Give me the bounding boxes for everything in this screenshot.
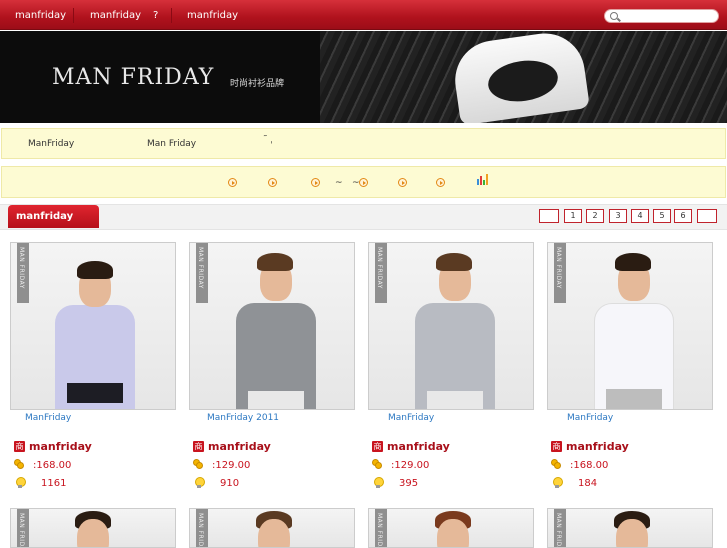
coins-icon	[551, 459, 562, 470]
shop-name-link[interactable]: manfriday	[387, 440, 450, 453]
shop-name-link[interactable]: manfriday	[566, 440, 629, 453]
category-link-bar: ~ ~	[1, 166, 726, 198]
brand-tag: MAN FRIDAY	[375, 509, 387, 547]
brand-logo[interactable]: MAN FRIDAY	[52, 65, 214, 90]
info-extra: ˜ ˌ	[263, 135, 273, 145]
model-pants	[248, 391, 304, 409]
pagination-page[interactable]: 5	[653, 209, 671, 223]
model-head	[616, 519, 648, 547]
play-circle-icon[interactable]	[268, 178, 277, 187]
nav-link-shop[interactable]: manfriday	[187, 10, 238, 21]
product-views: 1161	[41, 478, 67, 489]
product-image[interactable]: MAN FRIDAY	[189, 508, 355, 548]
shop-name-link[interactable]: manfriday	[208, 440, 271, 453]
nav-divider	[171, 8, 172, 23]
range-separator: ~	[335, 178, 343, 188]
model-pants	[606, 389, 662, 409]
pagination-next[interactable]	[697, 209, 717, 223]
coins-icon	[14, 459, 25, 470]
model-hair	[257, 253, 293, 271]
product-image[interactable]: MAN FRIDAY	[189, 242, 355, 410]
product-views: 184	[578, 478, 598, 489]
bar-chart-icon[interactable]	[477, 174, 489, 185]
product-image[interactable]: MAN FRIDAY	[10, 508, 176, 548]
shop-badge-icon: 商	[14, 441, 25, 452]
brand-tag: MAN FRIDAY	[196, 243, 208, 303]
product-title-link[interactable]: ManFriday	[25, 413, 71, 423]
product-image[interactable]: MAN FRIDAY	[547, 242, 713, 410]
product-views: 910	[220, 478, 240, 489]
pagination-page[interactable]: 2	[586, 209, 604, 223]
info-brand-name: Man Friday	[147, 139, 197, 149]
pagination-prev[interactable]	[539, 209, 559, 223]
nav-link-manfriday[interactable]: manfriday	[90, 10, 141, 21]
product-title-link[interactable]: ManFriday	[388, 413, 434, 423]
play-circle-icon[interactable]	[311, 178, 320, 187]
product-title-link[interactable]: ManFriday	[567, 413, 613, 423]
pagination-page[interactable]: 4	[631, 209, 649, 223]
play-circle-icon[interactable]	[398, 178, 407, 187]
model-pants	[427, 391, 483, 409]
shop-badge-icon: 商	[193, 441, 204, 452]
pagination-page[interactable]: 6	[674, 209, 692, 223]
section-title-tab[interactable]: manfriday	[8, 205, 99, 228]
brand-tag: MAN FRIDAY	[375, 243, 387, 303]
brand-tag: MAN FRIDAY	[17, 509, 29, 547]
brand-tag: MAN FRIDAY	[17, 243, 29, 303]
lightbulb-icon	[16, 477, 26, 488]
model-head	[258, 519, 290, 547]
product-price: :168.00	[570, 460, 609, 471]
play-circle-icon[interactable]	[228, 178, 237, 187]
brand-slogan: 时尚衬衫品牌	[230, 79, 285, 89]
lightbulb-icon	[553, 477, 563, 488]
model-hair	[615, 253, 651, 271]
brand-tag: MAN FRIDAY	[554, 243, 566, 303]
model-head	[437, 519, 469, 547]
model-hair	[436, 253, 472, 271]
coins-icon	[372, 459, 383, 470]
product-image[interactable]: MAN FRIDAY	[547, 508, 713, 548]
model-pants	[67, 383, 123, 403]
product-image[interactable]: MAN FRIDAY	[368, 242, 534, 410]
product-price: :129.00	[212, 460, 251, 471]
product-price: :168.00	[33, 460, 72, 471]
hero-banner: MAN FRIDAY 时尚衬衫品牌	[0, 31, 727, 123]
shop-badge-icon: 商	[551, 441, 562, 452]
shop-name-link[interactable]: manfriday	[29, 440, 92, 453]
nav-link-home[interactable]: manfriday	[15, 10, 66, 21]
shop-info-bar: ManFriday Man Friday ˜ ˌ	[1, 128, 726, 159]
model-hair	[77, 261, 113, 279]
product-image[interactable]: MAN FRIDAY	[368, 508, 534, 548]
product-views: 395	[399, 478, 419, 489]
lightbulb-icon	[374, 477, 384, 488]
search-input[interactable]	[604, 9, 719, 23]
play-circle-icon[interactable]	[359, 178, 368, 187]
play-circle-icon[interactable]	[436, 178, 445, 187]
search-icon[interactable]	[610, 12, 618, 20]
brand-tag: MAN FRIDAY	[554, 509, 566, 547]
product-price: :129.00	[391, 460, 430, 471]
brand-tag: MAN FRIDAY	[196, 509, 208, 547]
shop-badge-icon: 商	[372, 441, 383, 452]
lightbulb-icon	[195, 477, 205, 488]
info-shop-name: ManFriday	[28, 139, 75, 149]
product-image[interactable]: MAN FRIDAY	[10, 242, 176, 410]
nav-divider	[73, 8, 74, 23]
top-nav: manfriday manfriday ? manfriday	[0, 0, 727, 30]
nav-link-help[interactable]: ?	[153, 10, 158, 21]
coins-icon	[193, 459, 204, 470]
model-head	[77, 519, 109, 547]
product-title-link[interactable]: ManFriday 2011	[207, 413, 279, 423]
pagination-page[interactable]: 3	[609, 209, 627, 223]
pagination-page[interactable]: 1	[564, 209, 582, 223]
